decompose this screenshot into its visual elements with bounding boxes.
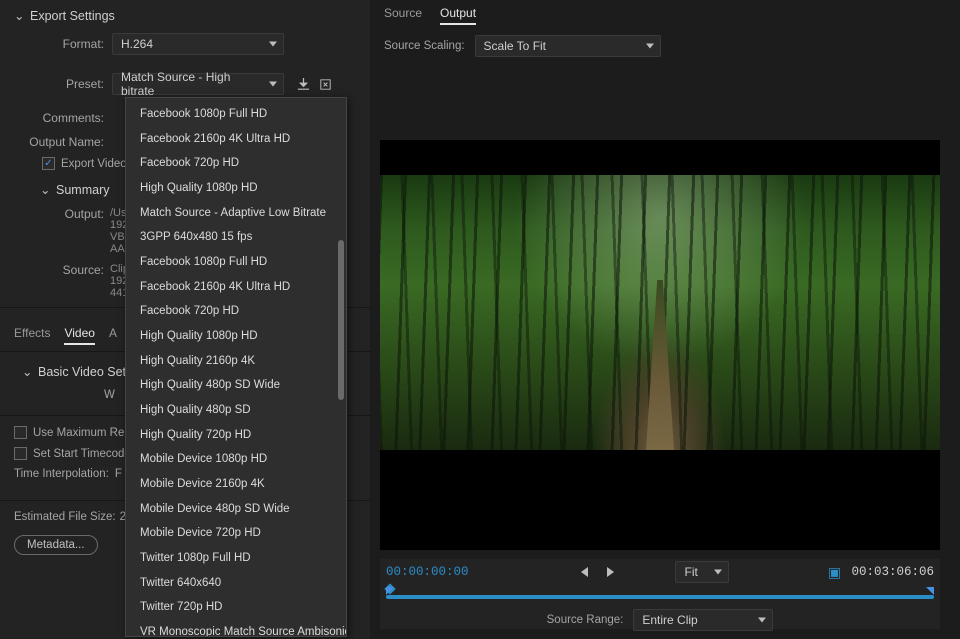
in-point-handle[interactable] (386, 587, 394, 595)
export-video-checkbox[interactable] (42, 157, 55, 170)
format-label: Format: (34, 37, 104, 51)
preset-option[interactable]: 3GPP 640x480 15 fps (126, 225, 346, 250)
video-preview (380, 140, 940, 550)
preset-option[interactable]: Facebook 2160p 4K Ultra HD (126, 275, 346, 300)
zoom-fit-value: Fit (684, 565, 697, 579)
output-name-label: Output Name: (24, 135, 104, 149)
timeline[interactable] (386, 587, 934, 605)
preset-option[interactable]: Facebook 1080p Full HD (126, 102, 346, 127)
zoom-fit-select[interactable]: Fit (675, 561, 729, 583)
chevron-down-icon: ⌄ (14, 8, 24, 23)
summary-title: Summary (56, 183, 109, 197)
save-preset-icon[interactable] (294, 75, 312, 93)
set-start-tc-label: Set Start Timecode (33, 448, 131, 460)
tab-output[interactable]: Output (440, 6, 476, 25)
time-interp-label: Time Interpolation: (14, 468, 109, 480)
preset-option[interactable]: High Quality 720p HD (126, 423, 346, 448)
export-settings-title: Export Settings (30, 9, 115, 23)
preset-option[interactable]: High Quality 2160p 4K (126, 349, 346, 374)
export-video-label: Export Video (61, 158, 127, 170)
summary-source-label: Source: (58, 263, 104, 277)
preset-option[interactable]: High Quality 480p SD Wide (126, 373, 346, 398)
preset-select[interactable]: Match Source - High bitrate (112, 73, 284, 95)
preset-option[interactable]: Mobile Device 480p SD Wide (126, 497, 346, 522)
summary-output-label: Output: (58, 207, 104, 221)
timeline-track (386, 595, 934, 599)
source-scaling-select[interactable]: Scale To Fit (475, 35, 661, 57)
step-back-icon[interactable] (575, 563, 593, 581)
aspect-ratio-icon[interactable]: ▣ (825, 563, 843, 581)
use-max-render-label: Use Maximum Ren (33, 427, 131, 439)
preset-option[interactable]: Facebook 1080p Full HD (126, 250, 346, 275)
use-max-render-checkbox[interactable] (14, 426, 27, 439)
tab-source[interactable]: Source (384, 6, 422, 25)
preset-option[interactable]: Match Source - Adaptive Low Bitrate (126, 201, 346, 226)
comments-label: Comments: (34, 111, 104, 125)
preset-option[interactable]: Twitter 640x640 (126, 571, 346, 596)
timecode-out: 00:03:06:06 (851, 565, 934, 579)
time-interp-value: F (115, 468, 122, 480)
source-scaling-label: Source Scaling: (384, 40, 465, 52)
preset-option-list: Facebook 1080p Full HDFacebook 2160p 4K … (126, 102, 346, 637)
source-range-select[interactable]: Entire Clip (633, 609, 773, 631)
est-file-size-label: Estimated File Size: (14, 511, 116, 523)
preset-option[interactable]: Mobile Device 1080p HD (126, 447, 346, 472)
tab-effects[interactable]: Effects (14, 326, 50, 345)
preset-option[interactable]: High Quality 1080p HD (126, 324, 346, 349)
timecode-in[interactable]: 00:00:00:00 (386, 565, 476, 579)
import-preset-icon[interactable] (316, 75, 334, 93)
chevron-down-icon: ⌄ (22, 364, 32, 379)
format-value: H.264 (121, 37, 153, 51)
preset-option[interactable]: VR Monoscopic Match Source Ambisonics (126, 620, 346, 637)
preset-label: Preset: (34, 77, 104, 91)
preset-option[interactable]: Twitter 720p HD (126, 595, 346, 620)
metadata-button[interactable]: Metadata... (14, 535, 98, 555)
preset-value: Match Source - High bitrate (121, 70, 263, 98)
preset-option[interactable]: Facebook 720p HD (126, 299, 346, 324)
tab-video[interactable]: Video (64, 326, 94, 345)
dropdown-scrollbar[interactable] (338, 102, 344, 632)
preset-option[interactable]: Facebook 720p HD (126, 151, 346, 176)
preview-image (380, 175, 940, 450)
preview-controls: 00:00:00:00 Fit ▣ 00:03:06:06 Source Ran… (380, 559, 940, 629)
preset-option[interactable]: High Quality 1080p HD (126, 176, 346, 201)
format-select[interactable]: H.264 (112, 33, 284, 55)
preset-option[interactable]: Mobile Device 720p HD (126, 521, 346, 546)
export-settings-header[interactable]: ⌄ Export Settings (14, 8, 356, 23)
preset-option[interactable]: High Quality 480p SD (126, 398, 346, 423)
preset-option[interactable]: Twitter 1080p Full HD (126, 546, 346, 571)
source-range-value: Entire Clip (642, 613, 697, 627)
out-point-handle[interactable] (926, 587, 934, 595)
set-start-tc-checkbox[interactable] (14, 447, 27, 460)
preset-dropdown[interactable]: Facebook 1080p Full HDFacebook 2160p 4K … (125, 97, 347, 637)
preview-tabs: Source Output (384, 6, 946, 25)
source-scaling-value: Scale To Fit (484, 39, 546, 53)
basic-video-w: W (104, 389, 115, 401)
preset-option[interactable]: Mobile Device 2160p 4K (126, 472, 346, 497)
preset-option[interactable]: Facebook 2160p 4K Ultra HD (126, 127, 346, 152)
chevron-down-icon: ⌄ (40, 182, 50, 197)
step-fwd-icon[interactable] (601, 563, 619, 581)
tab-audio[interactable]: A (109, 326, 117, 345)
source-range-label: Source Range: (547, 614, 624, 626)
